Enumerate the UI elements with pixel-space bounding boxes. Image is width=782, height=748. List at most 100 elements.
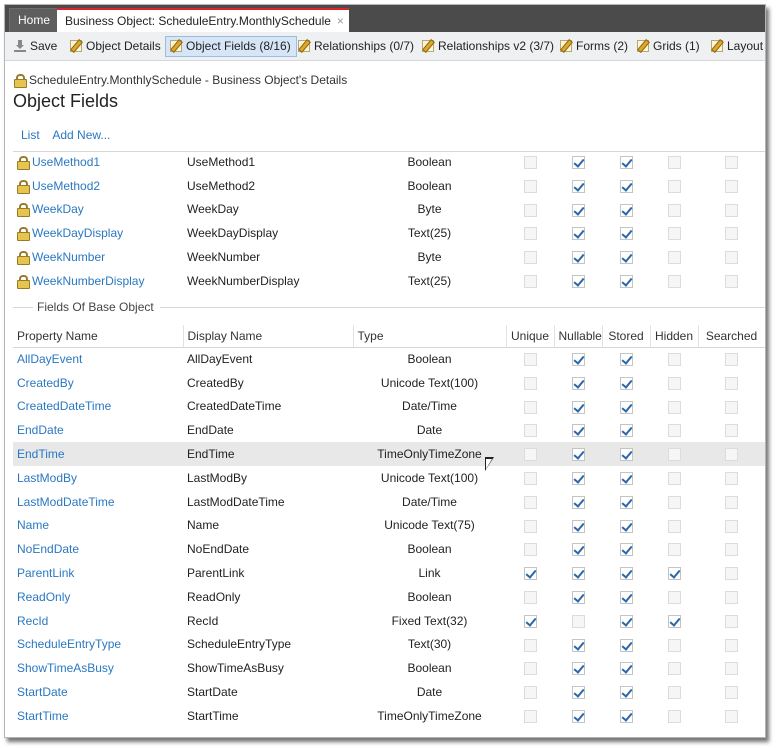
table-row[interactable]: StartDate StartDate Date [13, 680, 765, 704]
searched-checkbox[interactable] [725, 353, 738, 367]
nullable-checkbox[interactable] [571, 353, 585, 367]
property-name-link[interactable]: NoEndDate [13, 537, 183, 561]
table-row[interactable]: LastModDateTime LastModDateTime Date/Time [13, 490, 765, 514]
hidden-checkbox[interactable] [667, 179, 681, 193]
stored-checkbox[interactable] [619, 353, 633, 367]
hidden-checkbox[interactable] [667, 638, 681, 652]
table-row[interactable]: EndTime EndTime TimeOnlyTimeZone [13, 442, 765, 466]
hidden-checkbox[interactable] [667, 591, 681, 605]
unique-checkbox[interactable] [523, 638, 537, 652]
unique-checkbox[interactable] [523, 472, 537, 486]
stored-checkbox[interactable] [619, 448, 633, 462]
relationships-v2-button[interactable]: Relationships v2 (3/7) [417, 36, 560, 57]
table-row[interactable]: CreatedBy CreatedBy Unicode Text(100) [13, 371, 765, 395]
property-name-link[interactable]: CreatedBy [13, 371, 183, 395]
searched-checkbox[interactable] [725, 519, 738, 533]
property-name-link[interactable]: ReadOnly [13, 585, 183, 609]
table-row[interactable]: UseMethod1 UseMethod1 Boolean [13, 150, 765, 174]
col-type[interactable]: Type [353, 325, 507, 348]
layout-button[interactable]: Layout [706, 36, 765, 57]
table-row[interactable]: WeekNumberDisplay WeekNumberDisplay Text(2… [13, 269, 765, 293]
hidden-checkbox[interactable] [667, 662, 681, 676]
searched-checkbox[interactable] [725, 227, 738, 241]
searched-checkbox[interactable] [725, 686, 738, 700]
tab-business-object[interactable]: Business Object: ScheduleEntry.MonthlySc… [57, 8, 349, 32]
searched-checkbox[interactable] [725, 591, 738, 605]
hidden-checkbox[interactable] [667, 686, 681, 700]
list-link[interactable]: List [21, 128, 40, 142]
nullable-checkbox[interactable] [571, 591, 585, 605]
hidden-checkbox[interactable] [667, 567, 681, 581]
property-name-link[interactable]: LastModDateTime [13, 490, 183, 514]
property-name-link[interactable]: ShowTimeAsBusy [13, 656, 183, 680]
unique-checkbox[interactable] [523, 495, 537, 509]
table-row[interactable]: CreatedDateTime CreatedDateTime Date/Time [13, 395, 765, 419]
hidden-checkbox[interactable] [667, 156, 681, 170]
searched-checkbox[interactable] [725, 179, 738, 193]
searched-checkbox[interactable] [725, 156, 738, 170]
hidden-checkbox[interactable] [667, 251, 681, 265]
hidden-checkbox[interactable] [667, 353, 681, 367]
unique-checkbox[interactable] [523, 156, 537, 170]
nullable-checkbox[interactable] [571, 251, 585, 265]
unique-checkbox[interactable] [523, 710, 537, 724]
property-name-link[interactable]: Name [13, 514, 183, 538]
nullable-checkbox[interactable] [571, 686, 585, 700]
hidden-checkbox[interactable] [667, 424, 681, 438]
property-name-link[interactable]: WeekDayDisplay [13, 221, 183, 245]
property-name-link[interactable]: StartDate [13, 680, 183, 704]
searched-checkbox[interactable] [725, 614, 738, 628]
unique-checkbox[interactable] [523, 543, 537, 557]
hidden-checkbox[interactable] [667, 376, 681, 390]
unique-checkbox[interactable] [523, 591, 537, 605]
stored-checkbox[interactable] [619, 591, 633, 605]
property-name-link[interactable]: WeekNumber [13, 245, 183, 269]
property-name-link[interactable]: EndDate [13, 418, 183, 442]
stored-checkbox[interactable] [619, 203, 633, 217]
table-row[interactable]: ReadOnly ReadOnly Boolean [13, 585, 765, 609]
nullable-checkbox[interactable] [571, 638, 585, 652]
nullable-checkbox[interactable] [571, 567, 585, 581]
save-button[interactable]: Save [9, 36, 63, 57]
col-nullable[interactable]: Nullable [554, 325, 603, 348]
unique-checkbox[interactable] [523, 614, 537, 628]
unique-checkbox[interactable] [523, 376, 537, 390]
stored-checkbox[interactable] [619, 227, 633, 241]
table-row[interactable]: AllDayEvent AllDayEvent Boolean [13, 347, 765, 371]
unique-checkbox[interactable] [523, 662, 537, 676]
table-row[interactable]: EndDate EndDate Date [13, 418, 765, 442]
table-row[interactable]: ParentLink ParentLink Link [13, 561, 765, 585]
searched-checkbox[interactable] [725, 376, 738, 390]
searched-checkbox[interactable] [725, 424, 738, 438]
stored-checkbox[interactable] [619, 156, 633, 170]
nullable-checkbox[interactable] [571, 543, 585, 557]
searched-checkbox[interactable] [725, 495, 738, 509]
property-name-link[interactable]: WeekDay [13, 198, 183, 222]
col-property-name[interactable]: Property Name [13, 325, 184, 348]
property-name-link[interactable]: ScheduleEntryType [13, 633, 183, 657]
unique-checkbox[interactable] [523, 251, 537, 265]
unique-checkbox[interactable] [523, 353, 537, 367]
unique-checkbox[interactable] [523, 519, 537, 533]
hidden-checkbox[interactable] [667, 543, 681, 557]
searched-checkbox[interactable] [725, 662, 738, 676]
nullable-checkbox[interactable] [571, 710, 585, 724]
stored-checkbox[interactable] [619, 519, 633, 533]
col-display-name[interactable]: Display Name [183, 325, 354, 348]
hidden-checkbox[interactable] [667, 203, 681, 217]
hidden-checkbox[interactable] [667, 227, 681, 241]
table-row[interactable]: Name Name Unicode Text(75) [13, 514, 765, 538]
add-new-link[interactable]: Add New... [52, 128, 110, 142]
stored-checkbox[interactable] [619, 710, 633, 724]
property-name-link[interactable]: WeekNumberDisplay [13, 269, 183, 293]
nullable-checkbox[interactable] [571, 275, 585, 289]
unique-checkbox[interactable] [523, 424, 537, 438]
unique-checkbox[interactable] [523, 227, 537, 241]
table-row[interactable]: NoEndDate NoEndDate Boolean [13, 537, 765, 561]
hidden-checkbox[interactable] [667, 472, 681, 486]
property-name-link[interactable]: UseMethod2 [13, 174, 183, 198]
col-hidden[interactable]: Hidden [650, 325, 699, 348]
stored-checkbox[interactable] [619, 424, 633, 438]
property-name-link[interactable]: StartTime [13, 704, 183, 728]
hidden-checkbox[interactable] [667, 614, 681, 628]
